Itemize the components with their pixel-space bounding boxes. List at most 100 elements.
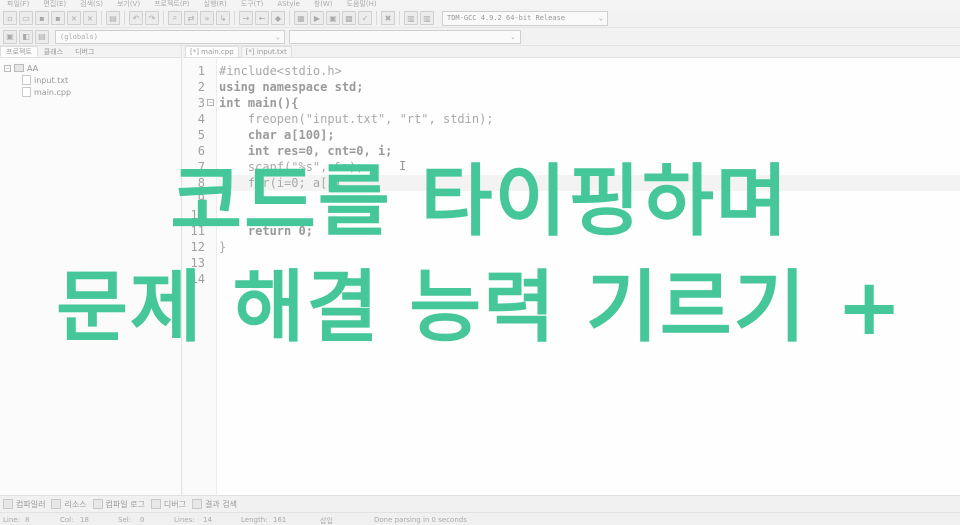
- status-length-label: Length:: [241, 516, 268, 524]
- menu-project[interactable]: 프로젝트(P): [147, 0, 196, 9]
- status-col-label: Col:: [60, 516, 74, 524]
- project-panel-tabs: 프로젝트 클래스 디버그: [0, 46, 181, 58]
- toolbar-separator: [399, 11, 400, 25]
- tab-compiler[interactable]: 컴파일러: [3, 499, 45, 510]
- menu-help[interactable]: 도움말(H): [340, 0, 384, 9]
- resources-icon: [51, 499, 62, 509]
- indent-icon[interactable]: →: [239, 11, 253, 25]
- compile-run-icon[interactable]: ▣: [326, 11, 340, 25]
- tree-file-node[interactable]: main.cpp: [4, 86, 181, 98]
- tab-debug-label: 디버그: [163, 499, 186, 509]
- toggle-bookmark-icon[interactable]: ◧: [19, 29, 33, 44]
- tab-project[interactable]: 프로젝트: [0, 46, 38, 57]
- status-insert-mode: 삽입: [320, 517, 333, 525]
- toolbar-separator: [234, 11, 235, 25]
- profile-icon[interactable]: ▥: [404, 11, 418, 25]
- open-icon[interactable]: ▭: [19, 11, 33, 25]
- editor-tabs: [*] main.cpp [*] input.txt: [183, 46, 960, 58]
- compile-icon[interactable]: ▦: [294, 11, 308, 25]
- tab-find-results-label: 결과 검색: [204, 499, 237, 509]
- bookmark-icon[interactable]: ◆: [271, 11, 285, 25]
- overlay-caption-line2: 문제 해결 능력 기르기 +: [56, 263, 904, 353]
- project-name: AA: [27, 63, 39, 73]
- status-length-value: 161: [273, 516, 287, 524]
- overlay-caption-line1: 코드를 타이핑하며: [170, 157, 790, 247]
- new-file-icon[interactable]: ▫: [3, 11, 17, 25]
- menu-view[interactable]: 보기(V): [110, 0, 147, 9]
- project-icon: [14, 64, 24, 72]
- tab-compiler-label: 컴파일러: [16, 499, 46, 509]
- scope-select[interactable]: (globals) ⌄: [55, 29, 285, 44]
- menu-execute[interactable]: 실행(R): [197, 0, 234, 9]
- find-icon[interactable]: ⌕: [168, 11, 182, 25]
- line-number: 5: [197, 128, 205, 142]
- status-sel-label: Sel:: [118, 516, 132, 524]
- run-icon[interactable]: ▶: [310, 11, 324, 25]
- chart-icon[interactable]: ▥: [420, 11, 434, 25]
- fold-icon[interactable]: −: [207, 99, 214, 106]
- chart-icon: [92, 499, 103, 509]
- goto-bookmark-icon[interactable]: ▤: [35, 29, 49, 44]
- tab-classes[interactable]: 클래스: [38, 46, 69, 57]
- find-next-icon[interactable]: »: [200, 11, 214, 25]
- code-line: using namespace std;: [219, 80, 364, 94]
- chevron-down-icon: ⌄: [275, 32, 280, 41]
- menu-edit[interactable]: 편집(E): [36, 0, 73, 9]
- save-all-icon[interactable]: ▪: [51, 11, 65, 25]
- close-all-icon[interactable]: ×: [83, 11, 97, 25]
- chevron-down-icon: ⌄: [598, 14, 603, 22]
- menu-tools[interactable]: 도구(T): [234, 0, 271, 9]
- status-message: Done parsing in 0 seconds: [374, 516, 467, 524]
- tab-resources[interactable]: 리소스: [51, 499, 87, 510]
- tab-debug-bottom[interactable]: 디버그: [150, 499, 186, 510]
- menu-search[interactable]: 검색(S): [73, 0, 110, 9]
- unindent-icon[interactable]: ←: [255, 11, 269, 25]
- insert-icon[interactable]: ▣: [3, 29, 17, 44]
- line-number: 3: [197, 96, 205, 110]
- menu-window[interactable]: 창(W): [307, 0, 340, 9]
- code-line: freopen("input.txt", "rt", stdin);: [219, 112, 494, 126]
- replace-icon[interactable]: ⇄: [184, 11, 198, 25]
- goto-line-icon[interactable]: ↳: [216, 11, 230, 25]
- check-syntax-icon[interactable]: ✓: [358, 11, 372, 25]
- search-icon: [191, 499, 202, 509]
- check-icon: [150, 499, 161, 509]
- bottom-panel-tabs: 컴파일러 리소스 컴파일 로그 디버그 결과 검색: [0, 495, 960, 512]
- code-line: char a[100];: [219, 128, 335, 142]
- menu-astyle[interactable]: AStyle: [270, 0, 306, 9]
- close-icon[interactable]: ×: [67, 11, 81, 25]
- chevron-down-icon: ⌄: [510, 32, 516, 41]
- tree-project-node[interactable]: − AA: [4, 62, 181, 74]
- toolbar-separator: [101, 11, 102, 25]
- file-icon: [22, 87, 31, 97]
- stop-icon[interactable]: ✖: [381, 11, 395, 25]
- tab-resources-label: 리소스: [64, 499, 87, 509]
- undo-icon[interactable]: ↶: [129, 11, 143, 25]
- file-name: input.txt: [34, 75, 69, 85]
- menu-bar: 파일(F) 편집(E) 검색(S) 보기(V) 프로젝트(P) 실행(R) 도구…: [0, 0, 960, 9]
- tab-input-txt[interactable]: [*] input.txt: [240, 46, 292, 57]
- tab-find-results[interactable]: 결과 검색: [191, 499, 237, 510]
- symbol-select[interactable]: ⌄: [289, 29, 521, 44]
- tab-debug[interactable]: 디버그: [69, 46, 100, 57]
- status-bar: Line: 8 Col: 18 Sel: 0 Lines: 14 Length:…: [0, 512, 960, 525]
- status-lines-label: Lines:: [174, 516, 195, 524]
- grid-icon: [3, 499, 13, 509]
- compiler-select[interactable]: TDM-GCC 4.9.2 64-bit Release ⌄: [442, 10, 608, 26]
- tab-compile-log[interactable]: 컴파일 로그: [92, 499, 145, 510]
- save-icon[interactable]: ▪: [35, 11, 49, 25]
- tab-compile-log-label: 컴파일 로그: [105, 499, 145, 509]
- line-number: 1: [197, 64, 205, 78]
- redo-icon[interactable]: ↷: [145, 11, 159, 25]
- status-col-value: 18: [80, 516, 89, 524]
- tree-file-node[interactable]: input.txt: [4, 74, 181, 86]
- rebuild-icon[interactable]: ▩: [342, 11, 356, 25]
- toolbar-separator: [124, 11, 125, 25]
- secondary-toolbar: ▣ ◧ ▤ (globals) ⌄ ⌄: [0, 28, 960, 46]
- scope-select-value: (globals): [60, 32, 98, 41]
- tab-main-cpp[interactable]: [*] main.cpp: [185, 46, 239, 57]
- code-line: int main(){: [219, 96, 299, 110]
- print-icon[interactable]: ▤: [106, 11, 120, 25]
- menu-file[interactable]: 파일(F): [0, 0, 36, 9]
- collapse-icon[interactable]: −: [4, 64, 11, 72]
